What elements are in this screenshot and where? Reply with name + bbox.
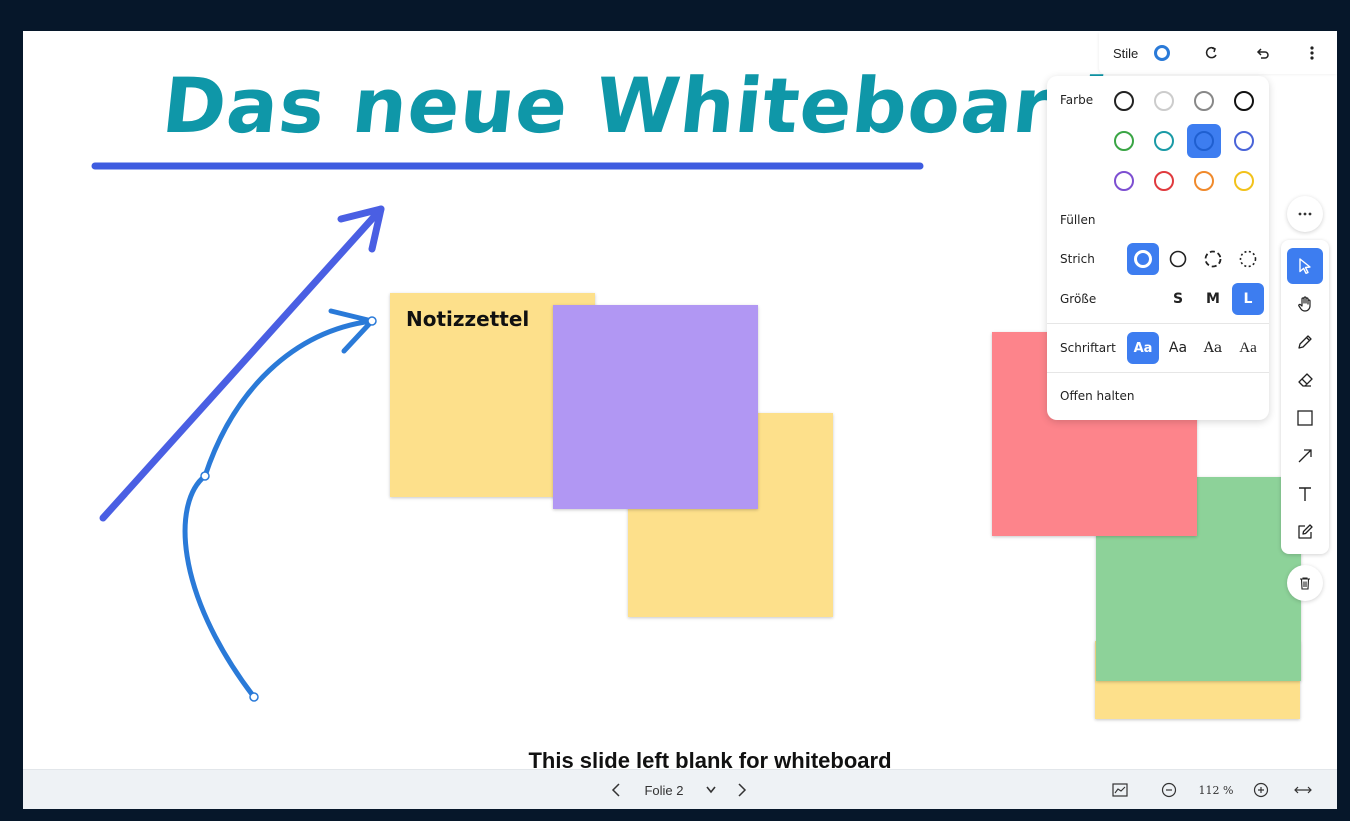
keep-open-toggle[interactable]: Offen halten — [1060, 389, 1135, 403]
color-ring-icon — [1234, 131, 1254, 151]
color-ring-icon[interactable] — [1150, 41, 1174, 65]
color-swatch[interactable] — [1147, 84, 1181, 118]
hand-tool-button[interactable] — [1287, 286, 1323, 322]
color-ring-icon — [1194, 131, 1214, 151]
note-tool-button[interactable] — [1287, 514, 1323, 550]
zoom-in-icon — [1253, 782, 1269, 798]
font-sans-option[interactable]: Aa — [1162, 332, 1194, 364]
panel-divider — [1047, 323, 1269, 324]
note-edit-icon — [1298, 524, 1313, 539]
more-actions-button[interactable] — [1287, 196, 1323, 232]
stroke-solid-option[interactable] — [1162, 243, 1194, 275]
trash-icon — [1300, 577, 1310, 590]
size-label: Größe — [1060, 292, 1097, 306]
eraser-tool-button[interactable] — [1287, 362, 1323, 398]
color-swatch[interactable] — [1227, 84, 1261, 118]
minimap-button[interactable] — [1107, 770, 1133, 810]
curved-arrow — [182, 308, 375, 700]
chevron-left-icon — [611, 783, 620, 797]
rectangle-icon — [1297, 410, 1313, 426]
stroke-solid-bold-option[interactable] — [1127, 243, 1159, 275]
color-swatch[interactable] — [1147, 124, 1181, 158]
chevron-right-icon — [738, 783, 747, 797]
font-serif-option[interactable]: Aa — [1197, 332, 1229, 364]
size-m-option[interactable]: M — [1197, 283, 1229, 315]
color-swatch[interactable] — [1227, 124, 1261, 158]
pencil-icon — [1298, 335, 1312, 349]
color-label: Farbe — [1060, 93, 1094, 107]
color-ring-icon — [1194, 91, 1214, 111]
arrow-tool-button[interactable] — [1287, 438, 1323, 474]
zoom-in-button[interactable] — [1248, 770, 1274, 810]
color-ring-icon — [1114, 131, 1134, 151]
color-ring-icon — [1154, 131, 1174, 151]
delete-button[interactable] — [1287, 565, 1323, 601]
curve-handle-mid — [200, 471, 210, 481]
color-ring-icon — [1154, 91, 1174, 111]
color-ring-icon — [1154, 171, 1174, 191]
minimap-icon — [1112, 783, 1128, 797]
eraser-icon — [1298, 373, 1313, 387]
slide-label: Folie 2 — [644, 782, 684, 798]
color-swatch[interactable] — [1147, 164, 1181, 198]
curve-handle-end — [367, 316, 377, 326]
color-swatch[interactable] — [1187, 124, 1221, 158]
straight-arrow — [99, 205, 385, 522]
chevron-down-icon — [705, 786, 716, 794]
bottom-bar: Folie 2 112 % — [23, 769, 1337, 809]
redo-icon[interactable] — [1200, 41, 1224, 65]
stroke-dashed-option[interactable] — [1197, 243, 1229, 275]
color-ring-icon — [1234, 91, 1254, 111]
cursor-icon — [1299, 258, 1311, 274]
style-panel: Farbe Füllen Strich Größe S M L Schrifta… — [1047, 76, 1269, 420]
text-tool-button[interactable] — [1287, 476, 1323, 512]
text-icon — [1299, 487, 1311, 501]
zoom-level: 112 % — [1198, 783, 1234, 797]
tool-bar — [1281, 240, 1329, 554]
prev-slide-button[interactable] — [603, 770, 629, 810]
color-ring-icon — [1114, 91, 1134, 111]
slide-selector[interactable]: Folie 2 — [635, 770, 725, 810]
color-swatch[interactable] — [1107, 124, 1141, 158]
color-swatch[interactable] — [1227, 164, 1261, 198]
select-tool-button[interactable] — [1287, 248, 1323, 284]
color-swatch[interactable] — [1107, 164, 1141, 198]
color-ring-icon — [1194, 171, 1214, 191]
next-slide-button[interactable] — [729, 770, 755, 810]
color-ring-icon — [1234, 171, 1254, 191]
size-s-option[interactable]: S — [1162, 283, 1194, 315]
color-ring-icon — [1114, 171, 1134, 191]
arrow-icon — [1298, 449, 1312, 463]
size-l-option[interactable]: L — [1232, 283, 1264, 315]
pencil-tool-button[interactable] — [1287, 324, 1323, 360]
stroke-label: Strich — [1060, 252, 1095, 266]
undo-icon[interactable] — [1250, 41, 1274, 65]
rectangle-tool-button[interactable] — [1287, 400, 1323, 436]
styles-label: Stile — [1113, 45, 1139, 61]
color-swatch[interactable] — [1187, 164, 1221, 198]
panel-divider — [1047, 372, 1269, 373]
zoom-out-icon — [1161, 782, 1177, 798]
color-swatch[interactable] — [1187, 84, 1221, 118]
stroke-dotted-option[interactable] — [1232, 243, 1264, 275]
note-label[interactable]: Notizzettel — [406, 307, 529, 331]
style-bar: Stile — [1099, 32, 1337, 74]
zoom-out-button[interactable] — [1156, 770, 1182, 810]
more-vertical-icon[interactable] — [1300, 41, 1324, 65]
color-swatch[interactable] — [1107, 84, 1141, 118]
fill-label: Füllen — [1060, 213, 1096, 227]
hand-icon — [1298, 296, 1311, 312]
font-label: Schriftart — [1060, 341, 1116, 355]
curve-handle-start — [249, 692, 259, 702]
fit-width-icon — [1294, 786, 1312, 794]
font-mono-option[interactable]: Aa — [1232, 332, 1264, 364]
sticky-note-purple[interactable] — [553, 305, 758, 509]
font-draw-option[interactable]: Aa — [1127, 332, 1159, 364]
fit-width-button[interactable] — [1290, 770, 1316, 810]
